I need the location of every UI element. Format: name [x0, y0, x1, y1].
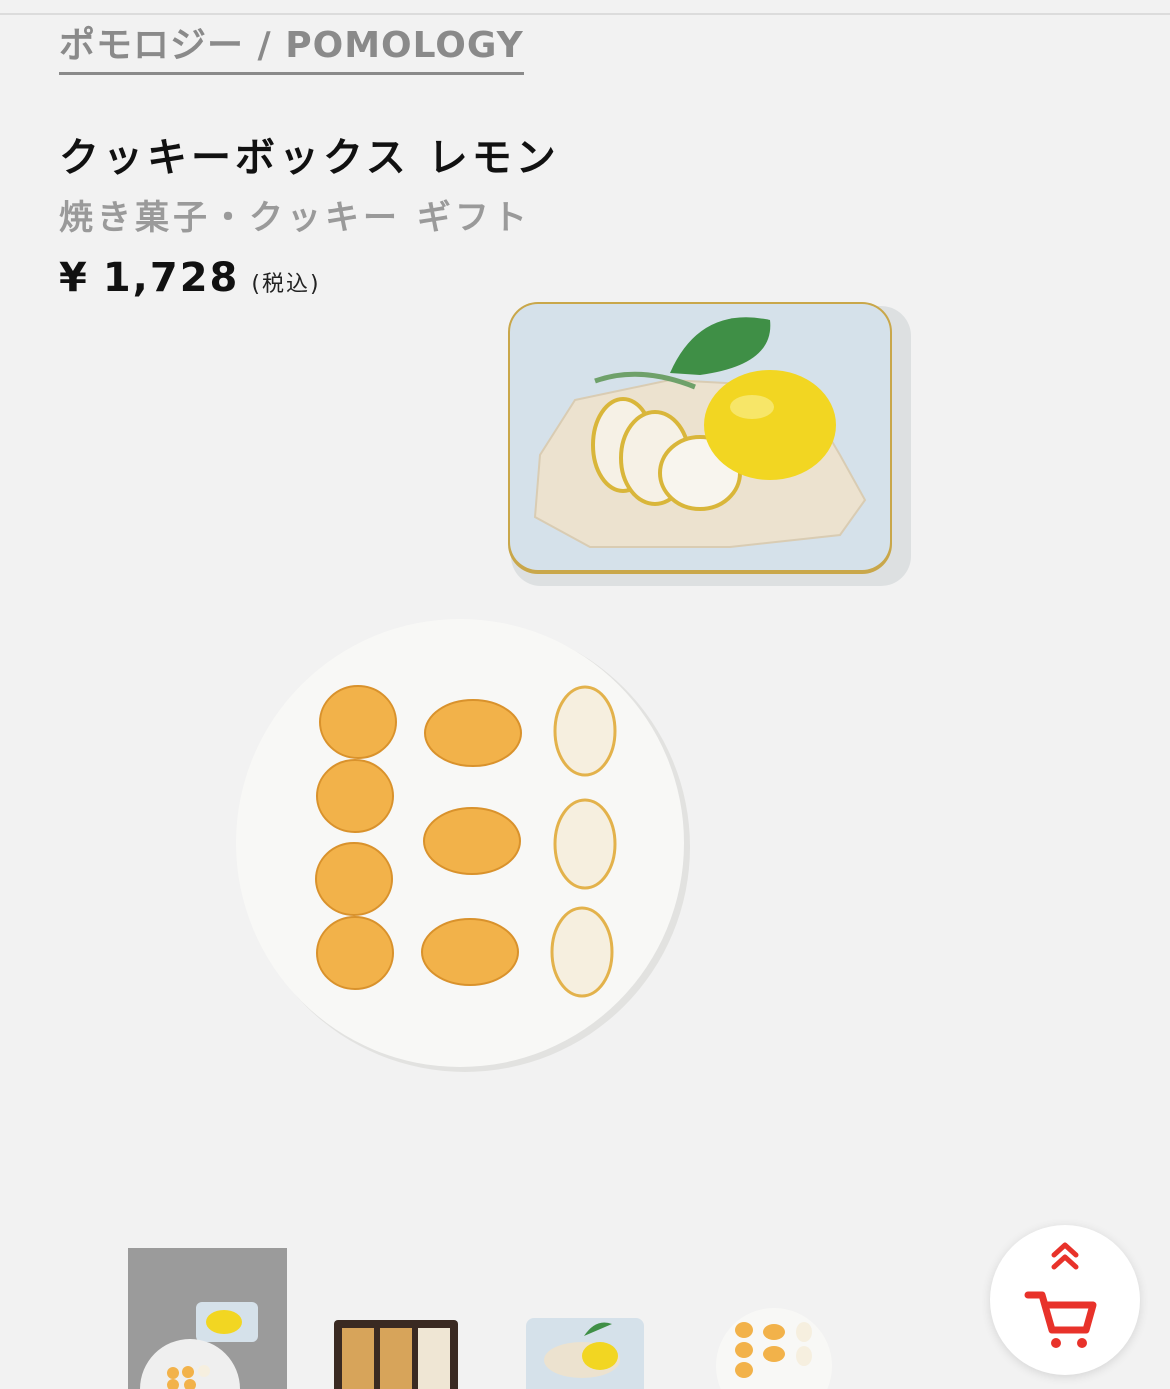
product-category: 焼き菓子・クッキー ギフト [59, 198, 531, 238]
product-title: クッキーボックス レモン [59, 135, 560, 181]
tax-note: (税込) [251, 272, 321, 297]
double-chevron-up-icon [1051, 1242, 1079, 1270]
thumbnail-tin-and-plate[interactable] [128, 1248, 287, 1389]
main-product-image [230, 295, 950, 1085]
header-divider [0, 13, 1170, 15]
thumbnail-box-open[interactable] [334, 1248, 464, 1389]
thumbnail-cookie-plate[interactable] [716, 1248, 834, 1389]
thumbnail-tin-lid[interactable] [524, 1248, 646, 1389]
lemon-tin-image [508, 302, 911, 586]
brand-breadcrumb-link[interactable]: ポモロジー / POMOLOGY [59, 24, 524, 75]
thumbnail-strip [128, 1248, 868, 1389]
cart-icon [1024, 1291, 1097, 1334]
currency-symbol: ¥ [59, 255, 89, 301]
cookie-plate-image [236, 619, 690, 1072]
cart-button[interactable] [990, 1225, 1140, 1375]
price-amount: 1,728 [102, 255, 240, 301]
